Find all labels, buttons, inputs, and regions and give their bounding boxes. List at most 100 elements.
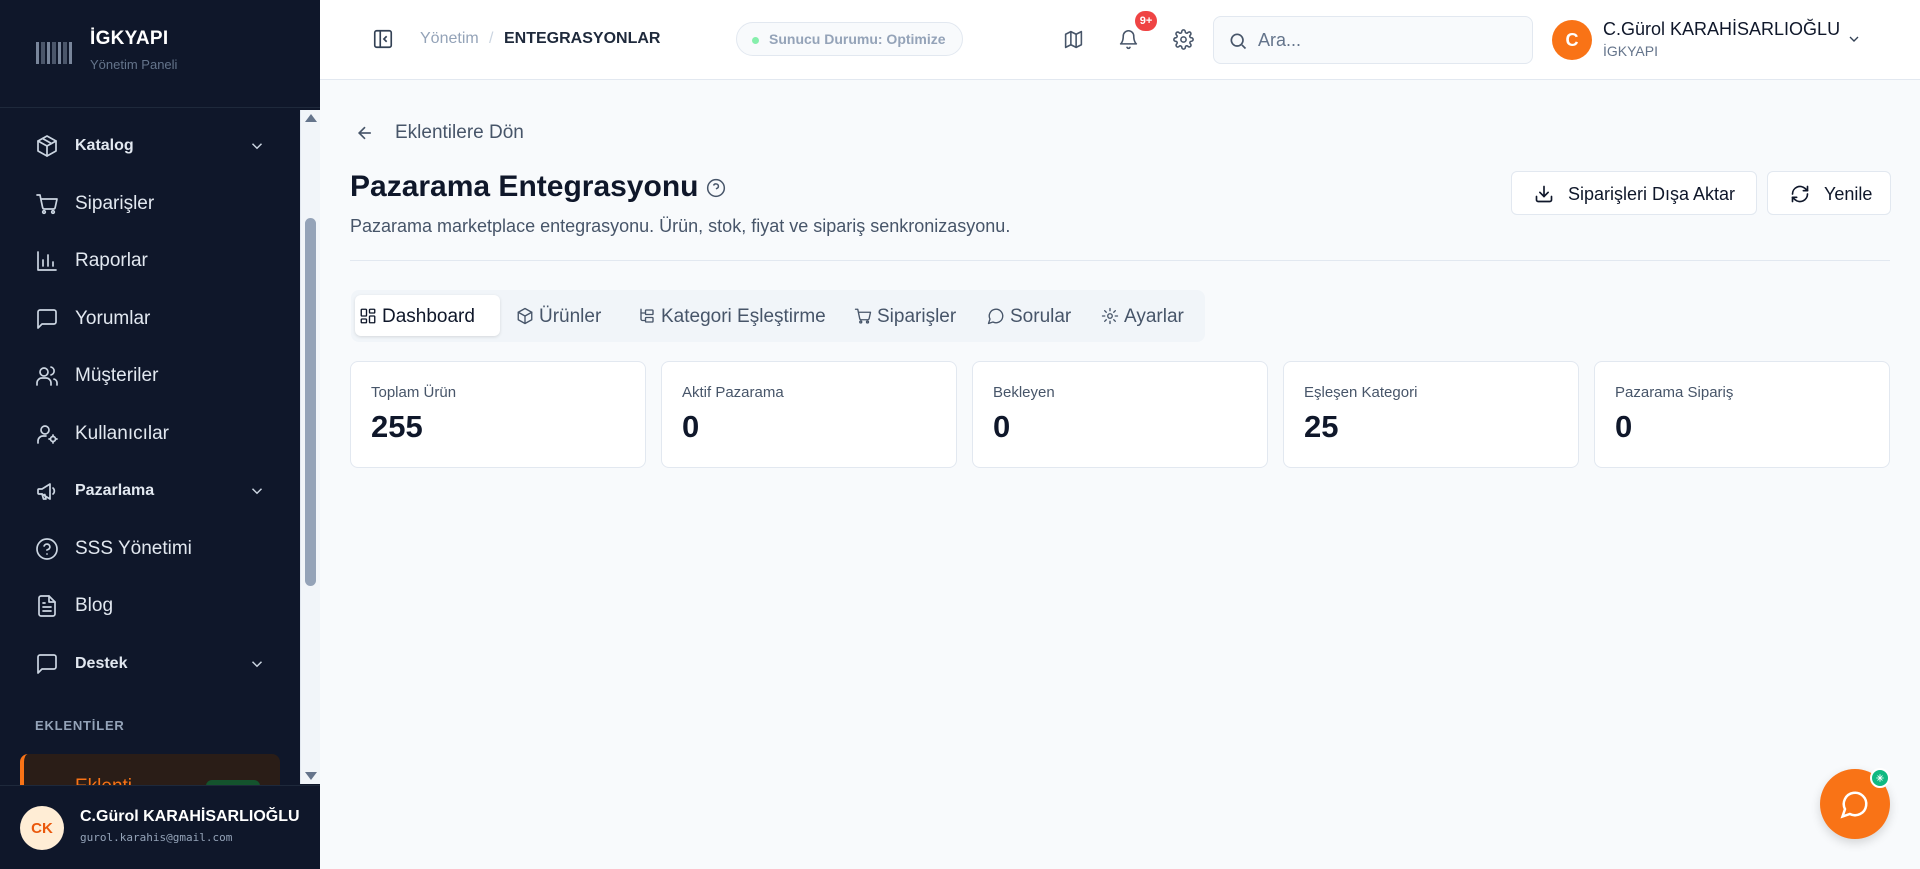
- brand-logo: [36, 42, 72, 64]
- sidebar-item-label: Kullanıcılar: [75, 423, 169, 444]
- chevron-down-icon: [248, 655, 266, 673]
- search-box: [1213, 16, 1533, 64]
- sidebar-item-label: Eklenti: [75, 776, 132, 785]
- sidebar-item-blog[interactable]: Blog: [20, 582, 280, 630]
- breadcrumb-separator: /: [489, 30, 494, 47]
- profile-menu[interactable]: C C.Gürol KARAHİSARLIOĞLU İGKYAPI: [1552, 14, 1892, 66]
- divider: [350, 260, 1890, 261]
- back-link-label: Eklentilere Dön: [395, 122, 524, 143]
- stat-label: Aktif Pazarama: [682, 384, 784, 401]
- page-title: Pazarama Entegrasyonu: [350, 170, 699, 203]
- sidebar-item-siparisler[interactable]: Siparişler: [20, 180, 280, 228]
- scroll-up-arrow-icon[interactable]: [305, 114, 317, 122]
- message-icon: [34, 306, 60, 332]
- sidebar-item-yorumlar[interactable]: Yorumlar: [20, 295, 280, 343]
- stat-value: 0: [1615, 409, 1633, 444]
- status-dot: [752, 37, 759, 44]
- sidebar-scrollbar[interactable]: [300, 110, 320, 784]
- section-label-eklentiler: EKLENTİLER: [35, 718, 125, 733]
- top-header: Yönetim / ENTEGRASYONLAR Sunucu Durumu: …: [320, 0, 1920, 80]
- sidebar-item-label: Blog: [75, 595, 114, 616]
- bar-chart-icon: [34, 248, 60, 274]
- stat-card-eslesen-kategori: Eşleşen Kategori 25: [1283, 361, 1579, 468]
- message-circle-icon: [987, 308, 1004, 325]
- sidebar-item-label: SSS Yönetimi: [75, 538, 192, 559]
- chat-button[interactable]: [1820, 768, 1890, 839]
- gear-icon: [1172, 28, 1194, 50]
- scrollbar-thumb[interactable]: [305, 218, 316, 586]
- sidebar: İGKYAPI Yönetim Paneli Katalog Siparişle…: [0, 0, 320, 869]
- server-status-badge: Sunucu Durumu: Optimize: [736, 22, 963, 56]
- sidebar-item-label: Yorumlar: [75, 308, 151, 329]
- download-icon: [1535, 185, 1553, 203]
- tab-kategori-eslestirme[interactable]: Kategori Eşleştirme: [634, 295, 849, 336]
- tab-sorular[interactable]: Sorular: [983, 295, 1085, 336]
- sidebar-item-label: Müşteriler: [75, 365, 159, 386]
- sidebar-item-destek[interactable]: Destek: [20, 640, 280, 688]
- gear-icon: [1101, 307, 1119, 325]
- sidebar-nav: Katalog Siparişler Raporlar Yorumlar Müş…: [0, 110, 300, 785]
- stat-label: Toplam Ürün: [371, 384, 457, 401]
- sidebar-item-eklenti[interactable]: Eklenti: [20, 754, 280, 785]
- tab-urunler[interactable]: Ürünler: [512, 295, 624, 336]
- brand-name: İGKYAPI: [90, 28, 169, 49]
- refresh-button[interactable]: Yenile: [1767, 171, 1891, 215]
- page-description: Pazarama marketplace entegrasyonu. Ürün,…: [350, 216, 1011, 236]
- help-circle-icon[interactable]: [706, 178, 728, 200]
- brand-subtitle: Yönetim Paneli: [90, 57, 178, 72]
- tab-siparisler[interactable]: Siparişler: [850, 295, 970, 336]
- stat-value: 25: [1304, 409, 1339, 444]
- scroll-down-arrow-icon[interactable]: [305, 772, 317, 780]
- sidebar-item-label: Katalog: [75, 137, 134, 154]
- tab-dashboard[interactable]: Dashboard: [355, 295, 500, 336]
- breadcrumb-root[interactable]: Yönetim: [420, 30, 479, 48]
- sidebar-item-kullanicilar[interactable]: Kullanıcılar: [20, 410, 280, 458]
- brand: İGKYAPI Yönetim Paneli: [0, 0, 320, 108]
- stat-card-aktif-pazarama: Aktif Pazarama 0: [661, 361, 957, 468]
- package-icon: [34, 133, 60, 159]
- server-status-text: Sunucu Durumu: Optimize: [769, 31, 946, 47]
- tree-icon: [640, 308, 654, 323]
- cart-icon: [34, 191, 60, 217]
- refresh-icon: [1791, 185, 1809, 203]
- notification-count-badge: 9+: [1135, 11, 1157, 31]
- bell-icon: [1119, 29, 1137, 49]
- notifications-button[interactable]: [1115, 26, 1141, 52]
- breadcrumb-current: ENTEGRASYONLAR: [504, 30, 661, 47]
- stat-card-bekleyen: Bekleyen 0: [972, 361, 1268, 468]
- profile-name: C.Gürol KARAHİSARLIOĞLU: [1603, 19, 1841, 39]
- tab-label: Ayarlar: [1124, 306, 1184, 327]
- help-circle-icon: [34, 536, 60, 562]
- tab-label: Dashboard: [382, 306, 475, 327]
- stat-card-pazarama-siparis: Pazarama Sipariş 0: [1594, 361, 1890, 468]
- sidebar-user[interactable]: CK C.Gürol KARAHİSARLIOĞLU gurol.karahis…: [0, 785, 320, 869]
- export-orders-button[interactable]: Siparişleri Dışa Aktar: [1511, 171, 1757, 215]
- search-icon: [1230, 33, 1247, 50]
- stat-label: Eşleşen Kategori: [1304, 384, 1418, 401]
- sidebar-item-musteriler[interactable]: Müşteriler: [20, 352, 280, 400]
- file-text-icon: [34, 593, 60, 619]
- profile-org: İGKYAPI: [1603, 43, 1658, 59]
- tab-label: Ürünler: [539, 306, 602, 327]
- refresh-label: Yenile: [1824, 184, 1873, 204]
- search-input[interactable]: [1258, 17, 1518, 63]
- tab-ayarlar[interactable]: Ayarlar: [1097, 295, 1199, 336]
- chevron-down-icon: [1846, 31, 1864, 49]
- sidebar-toggle-button[interactable]: [372, 28, 396, 52]
- sidebar-item-raporlar[interactable]: Raporlar: [20, 237, 280, 285]
- sidebar-item-pazarlama[interactable]: Pazarlama: [20, 467, 280, 515]
- export-orders-label: Siparişleri Dışa Aktar: [1568, 184, 1736, 204]
- stat-value: 0: [993, 409, 1011, 444]
- user-email: gurol.karahis@gmail.com: [80, 831, 233, 844]
- stat-value: 0: [682, 409, 700, 444]
- users-icon: [34, 363, 60, 389]
- user-cog-icon: [34, 421, 60, 447]
- avatar: C: [1552, 20, 1592, 60]
- sidebar-item-sss[interactable]: SSS Yönetimi: [20, 525, 280, 573]
- map-button[interactable]: [1060, 26, 1086, 52]
- settings-button[interactable]: [1170, 26, 1196, 52]
- avatar: CK: [20, 806, 64, 850]
- grid-icon: [360, 308, 376, 324]
- tab-list: Dashboard Ürünler Kategori Eşleştirme Si…: [351, 290, 1205, 342]
- sidebar-item-katalog[interactable]: Katalog: [20, 122, 280, 170]
